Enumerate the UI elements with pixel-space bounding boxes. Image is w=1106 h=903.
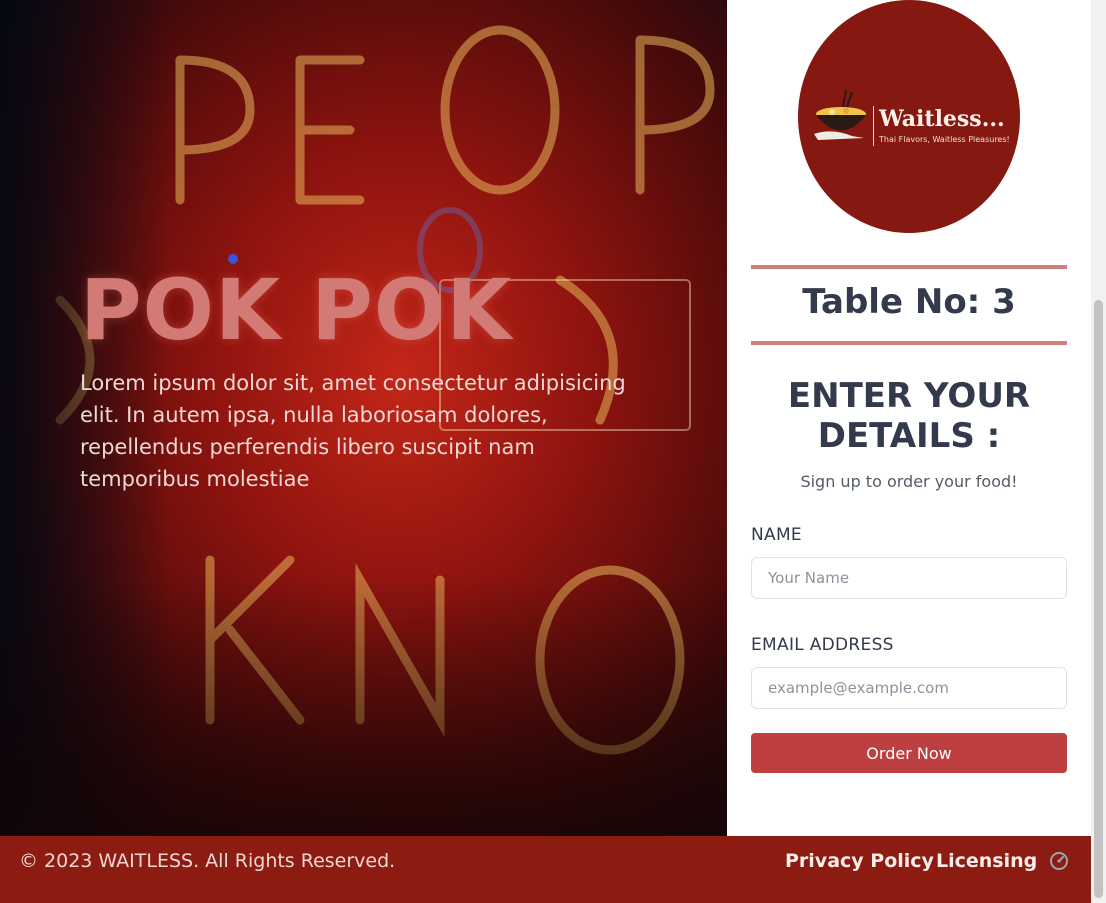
theme-toggle-icon[interactable] [1049,851,1069,871]
order-now-button[interactable]: Order Now [751,733,1067,773]
page: POK POK Lorem ipsum dolor sit, amet cons… [0,0,1106,903]
licensing-link[interactable]: Licensing [936,850,1037,872]
email-label: EMAIL ADDRESS [751,635,894,655]
scrollbar-thumb[interactable] [1094,300,1103,898]
privacy-policy-link[interactable]: Privacy Policy [785,850,934,872]
waitless-logo: Waitless... Thai Flavors, Waitless Pleas… [798,0,1020,233]
signup-panel: Waitless... Thai Flavors, Waitless Pleas… [727,0,1091,836]
page-scrollbar[interactable] [1091,0,1106,903]
form-heading: ENTER YOUR DETAILS : [787,376,1031,456]
hero-bottom-shade [0,576,727,836]
footer: © 2023 WAITLESS. All Rights Reserved. Pr… [0,836,1091,903]
restaurant-name: POK POK [80,261,513,359]
hero-section: POK POK Lorem ipsum dolor sit, amet cons… [0,0,727,836]
name-input[interactable] [751,557,1067,599]
email-input[interactable] [751,667,1067,709]
form-subtitle: Sign up to order your food! [800,472,1018,491]
divider-bottom [751,341,1067,345]
divider-top [751,265,1067,269]
logo-divider [873,106,874,146]
logo-brand-name: Waitless... [879,106,1005,132]
copyright-text: © 2023 WAITLESS. All Rights Reserved. [19,850,396,872]
hero-description: Lorem ipsum dolor sit, amet consectetur … [80,371,626,491]
noodle-bowl-icon [814,89,866,140]
table-number: Table No: 3 [802,282,1016,322]
name-label: NAME [751,525,802,545]
logo-tagline: Thai Flavors, Waitless Pleasures! [879,135,1010,144]
